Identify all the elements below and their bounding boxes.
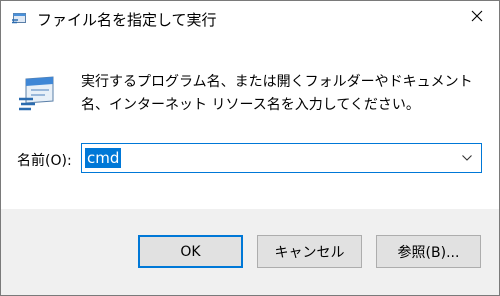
run-dialog: ファイル名を指定して実行 実行するプログラム名、または開くフォルダーやドキュメン… — [0, 0, 500, 296]
instruction-text: 実行するプログラム名、または開くフォルダーやドキュメント名、インターネット リソ… — [81, 74, 473, 113]
button-bar: OK キャンセル 参照(B)... — [1, 209, 499, 295]
open-input[interactable]: cmd — [85, 148, 122, 168]
title-bar[interactable]: ファイル名を指定して実行 — [1, 1, 499, 35]
ok-button[interactable]: OK — [138, 235, 243, 268]
chevron-down-icon[interactable] — [457, 144, 477, 172]
close-button[interactable] — [455, 1, 499, 35]
run-icon — [11, 10, 27, 26]
window-title: ファイル名を指定して実行 — [37, 11, 217, 29]
run-program-icon — [17, 73, 57, 113]
cancel-button[interactable]: キャンセル — [257, 235, 362, 268]
open-combobox[interactable]: cmd — [81, 143, 482, 173]
open-label: 名前(O): — [17, 153, 72, 169]
browse-button[interactable]: 参照(B)... — [376, 235, 481, 268]
close-icon — [471, 10, 483, 26]
